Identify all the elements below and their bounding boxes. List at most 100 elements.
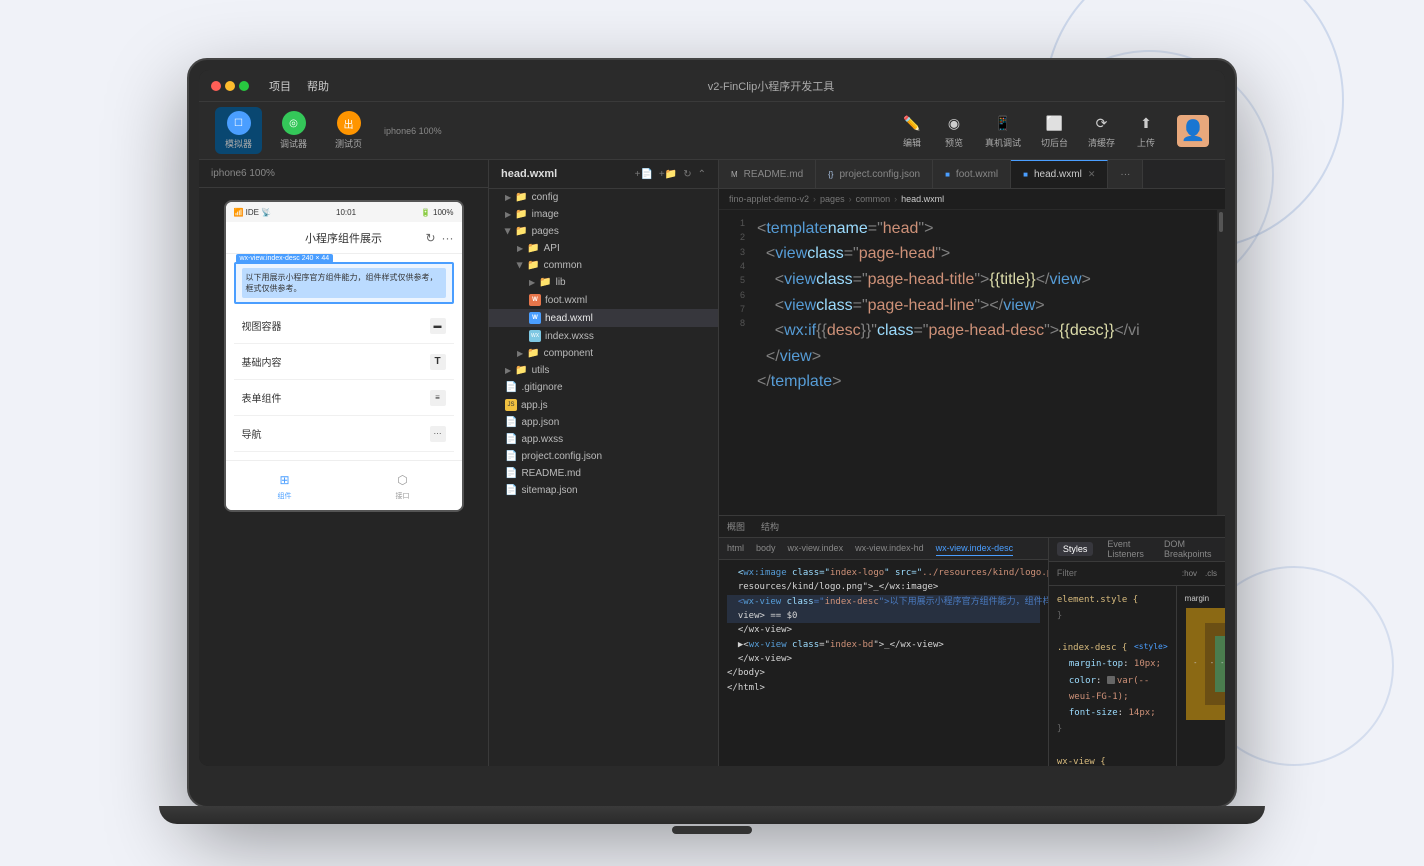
box-margin-top: - [1192,614,1225,621]
debugger-button[interactable]: ◎ 调试器 [270,107,317,154]
laptop-base [159,806,1265,824]
phone-tab-components[interactable]: ⊞ 组件 [226,461,344,510]
tree-item-image[interactable]: ▶ 📁 image [489,206,718,223]
simulator-button[interactable]: ☐ 模拟器 [215,107,262,154]
window-maximize-button[interactable] [239,81,249,91]
json-icon: 📄 [505,485,517,496]
path-tab-wx-index-desc[interactable]: wx-view.index-desc [936,541,1014,556]
list-item-form[interactable]: 表单组件 ≡ [234,380,454,416]
xml-tab-icon: ■ [945,170,950,179]
tree-item-utils[interactable]: ▶ 📁 utils [489,362,718,379]
collapse-all-icon[interactable]: ⌃ [698,169,706,180]
menu-item-help[interactable]: 帮助 [307,78,329,94]
test-button[interactable]: 出 测试页 [325,107,372,154]
battery: 🔋 100% [421,208,454,217]
list-item-view-container[interactable]: 视图容器 ▬ [234,308,454,344]
phone-tab-api[interactable]: ⬡ 接口 [344,461,462,510]
phone-nav-refresh[interactable]: ↻ [425,231,435,245]
path-tab-body[interactable]: body [756,541,776,555]
styles-tab-styles[interactable]: Styles [1057,542,1094,556]
css-source-link[interactable]: <style> [1134,640,1168,654]
tab-readme[interactable]: M README.md [719,160,816,188]
tab-more[interactable]: ··· [1108,160,1143,188]
phone-frame: 📶 IDE 📡 10:01 🔋 100% 小程序组件展示 ··· ↻ [199,188,488,766]
upload-icon: ⬆ [1135,112,1157,134]
phone-nav-dots[interactable]: ··· [442,231,454,245]
refresh-tree-icon[interactable]: ↻ [683,169,691,180]
folder-icon: 📁 [515,192,527,203]
outline-tab[interactable]: 结构 [761,520,779,533]
breadcrumb-root: fino-applet-demo-v2 [729,194,809,204]
preview-label: 预览 [945,136,963,149]
background-action[interactable]: ⬜ 切后台 [1041,112,1068,149]
tree-item-lib[interactable]: ▶ 📁 lib [489,274,718,291]
tab-project-config[interactable]: {} project.config.json [816,160,933,188]
new-file-icon[interactable]: +📄 [635,169,653,180]
highlight-label: wx-view.index-desc 240 × 44 [236,254,334,263]
box-border-sides: - - - 240 × [1209,636,1225,692]
list-item-nav[interactable]: 导航 ··· [234,416,454,452]
path-tab-html[interactable]: html [727,541,744,555]
tree-item-component[interactable]: ▶ 📁 component [489,345,718,362]
tree-item-appjs[interactable]: JS app.js [489,396,718,414]
tree-item-foot-wxml[interactable]: W foot.wxml [489,291,718,309]
tree-item-appjson[interactable]: 📄 app.json [489,414,718,431]
device-debug-action[interactable]: 📱 真机调试 [985,112,1021,149]
upload-action[interactable]: ⬆ 上传 [1135,112,1157,149]
simulator-icon: ☐ [227,111,251,135]
new-folder-icon[interactable]: +📁 [659,169,677,180]
scroll-thumb[interactable] [1219,212,1223,232]
tree-item-pages[interactable]: ▶ 📁 pages [489,223,718,240]
window-close-button[interactable] [211,81,221,91]
clear-cache-action[interactable]: ⟳ 清缓存 [1088,112,1115,149]
tree-item-index-wxss[interactable]: WX index.wxss [489,327,718,345]
phone-screen: 📶 IDE 📡 10:01 🔋 100% 小程序组件展示 ··· ↻ [224,200,464,512]
scroll-indicator [1217,210,1225,515]
tree-item-head-wxml[interactable]: W head.wxml [489,309,718,327]
path-tab-wx-index-hd[interactable]: wx-view.index-hd [855,541,924,555]
line-numbers: 1 2 3 4 5 6 7 8 [719,210,749,515]
styles-tab-dom[interactable]: DOM Breakpoints [1158,538,1218,562]
html-devtools-view: html body wx-view.index wx-view.index-hd… [719,538,1048,766]
folder-icon: 📁 [515,226,527,237]
filter-cls-toggle[interactable]: .cls [1205,569,1217,578]
tab-head-wxml[interactable]: ■ head.wxml ✕ [1011,160,1108,188]
path-tab-wx-index[interactable]: wx-view.index [788,541,844,555]
file-tree-panel: head.wxml +📄 +📁 ↻ ⌃ ▶ 📁 config [489,160,719,766]
edit-action[interactable]: ✏️ 编辑 [901,112,923,149]
box-border: - - - - [1205,623,1225,705]
html-code-line-9: </html> [727,681,1040,695]
debugger-icon: ◎ [282,111,306,135]
styles-content: element.style { } .index-desc { <style> [1049,586,1225,766]
html-tab[interactable]: 概图 [727,520,745,533]
tree-item-gitignore[interactable]: 📄 .gitignore [489,379,718,396]
user-avatar[interactable]: 👤 [1177,115,1209,147]
tree-item-readme[interactable]: 📄 README.md [489,465,718,482]
styles-filter-bar: :hov .cls + [1049,562,1225,586]
tree-item-common[interactable]: ▶ 📁 common [489,257,718,274]
window-minimize-button[interactable] [225,81,235,91]
tree-item-appwxss[interactable]: 📄 app.wxss [489,431,718,448]
device-debug-icon: 📱 [992,112,1014,134]
phone-tab-bar: ⊞ 组件 ⬡ 接口 [226,460,462,510]
preview-icon: ◉ [943,112,965,134]
html-code-view[interactable]: <wx:image class="index-logo" src="../res… [719,560,1048,766]
tree-item-api[interactable]: ▶ 📁 API [489,240,718,257]
preview-action[interactable]: ◉ 预览 [943,112,965,149]
toolbar-left: ☐ 模拟器 ◎ 调试器 出 测试页 [215,107,372,154]
filter-hov-toggle[interactable]: :hov [1182,569,1197,578]
styles-filter-input[interactable] [1057,568,1174,578]
box-margin-sides: - - - - [1192,623,1225,705]
tree-item-config[interactable]: ▶ 📁 config [489,189,718,206]
tree-item-sitemap[interactable]: 📄 sitemap.json [489,482,718,499]
list-item-basic-content[interactable]: 基础内容 T [234,344,454,380]
tree-item-project-config[interactable]: 📄 project.config.json [489,448,718,465]
tab-close-icon[interactable]: ✕ [1088,169,1096,180]
tab-foot-wxml[interactable]: ■ foot.wxml [933,160,1011,188]
menu-item-project[interactable]: 项目 [269,78,291,94]
styles-tab-event[interactable]: Event Listeners [1101,538,1150,562]
code-content[interactable]: <template name="head"> <view class="page… [749,210,1217,515]
html-path-tabs: html body wx-view.index wx-view.index-hd… [719,538,1048,560]
test-icon: 出 [337,111,361,135]
css-rule-wx-view: wx-view { localfile:/.index.css:2 displa… [1057,754,1168,766]
